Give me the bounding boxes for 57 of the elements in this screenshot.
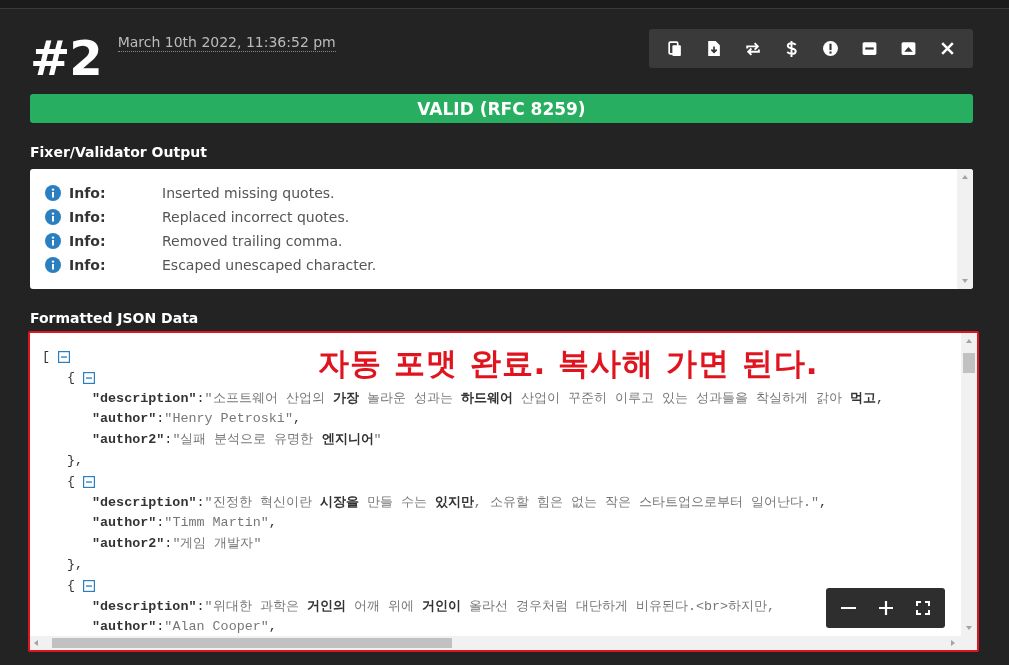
message-text: Escaped unescaped character.	[162, 257, 377, 273]
minimize-icon	[861, 40, 878, 57]
fullscreen-icon	[914, 600, 931, 616]
code-line: "author2":"게임 개발자"	[92, 535, 262, 554]
scroll-up-icon[interactable]	[962, 175, 968, 179]
close-icon	[939, 40, 956, 57]
code-line: "description":"위대한 과학은 거인의 어깨 위에 거인이 올라선 경우처럼 대단하게 비유된다.<br>하지만,	[92, 597, 776, 616]
code-line: "author2":"실패 분석으로 유명한 엔지니어"	[92, 431, 382, 450]
horizontal-scrollbar[interactable]	[30, 636, 977, 650]
collapse-icon[interactable]	[58, 351, 71, 364]
code-bracket: {	[67, 368, 76, 387]
collapse-icon[interactable]	[83, 580, 96, 593]
info-icon	[45, 209, 61, 225]
scroll-left-icon[interactable]	[34, 640, 38, 646]
vertical-scrollbar[interactable]	[961, 333, 977, 636]
scroll-thumb[interactable]	[52, 638, 452, 648]
message-level: Info:	[69, 257, 107, 273]
code-bracket: {	[67, 472, 76, 491]
code-bracket: },	[67, 555, 84, 574]
scroll-down-icon[interactable]	[962, 279, 968, 283]
repeat-icon	[744, 40, 761, 57]
vertical-scrollbar[interactable]	[957, 169, 973, 289]
info-icon	[45, 185, 61, 201]
code-line: "author":"Timm Martin",	[92, 514, 277, 533]
info-icon	[45, 257, 61, 273]
timestamp: March 10th 2022, 11:36:52 pm	[117, 34, 336, 52]
scroll-up-icon[interactable]	[966, 339, 972, 343]
message-level: Info:	[69, 209, 107, 225]
info-icon	[45, 233, 61, 249]
code-line: "description":"진정한 혁신이란 시장을 만들 수는 있지만, 소유할 힘은 없는 작은 스타트업으로부터 일어난다.",	[92, 493, 828, 512]
section-heading: Fixer/Validator Output	[30, 144, 208, 161]
collapse-icon[interactable]	[83, 372, 96, 385]
message-text: Inserted missing quotes.	[162, 185, 335, 201]
annotation-text: 자동 포맷 완료. 복사해 가면 된다.	[318, 344, 819, 383]
scroll-thumb[interactable]	[963, 353, 975, 373]
code-line: "description":"소프트웨어 산업의 가장 놀라운 성과는 하드웨어 산업이 꾸준히 이루고 있는 성과들을 착실하게 갉아 먹고,	[92, 389, 885, 408]
code-bracket: [	[42, 348, 51, 366]
code-bracket: {	[67, 576, 76, 595]
validation-status-bar: VALID (RFC 8259)	[30, 94, 973, 123]
code-bracket: },	[67, 452, 84, 470]
minus-icon	[841, 606, 856, 610]
message-text: Removed trailing comma.	[162, 233, 343, 249]
message-level: Info:	[69, 233, 107, 249]
plus-icon	[877, 600, 894, 616]
message-level: Info:	[69, 185, 107, 201]
exclamation-icon	[822, 40, 839, 57]
file-download-icon	[705, 40, 722, 57]
code-line: "author":"Henry Petroski",	[92, 410, 301, 429]
copy-icon	[666, 40, 683, 57]
collapse-icon[interactable]	[83, 476, 96, 489]
scroll-right-icon[interactable]	[951, 640, 955, 646]
maximize-icon	[900, 40, 917, 57]
scroll-down-icon[interactable]	[966, 626, 972, 630]
entry-number: #2	[30, 32, 102, 84]
section-heading: Formatted JSON Data	[30, 310, 200, 327]
message-text: Replaced incorrect quotes.	[162, 209, 350, 225]
code-line: "author":"Alan Cooper",	[92, 618, 277, 636]
